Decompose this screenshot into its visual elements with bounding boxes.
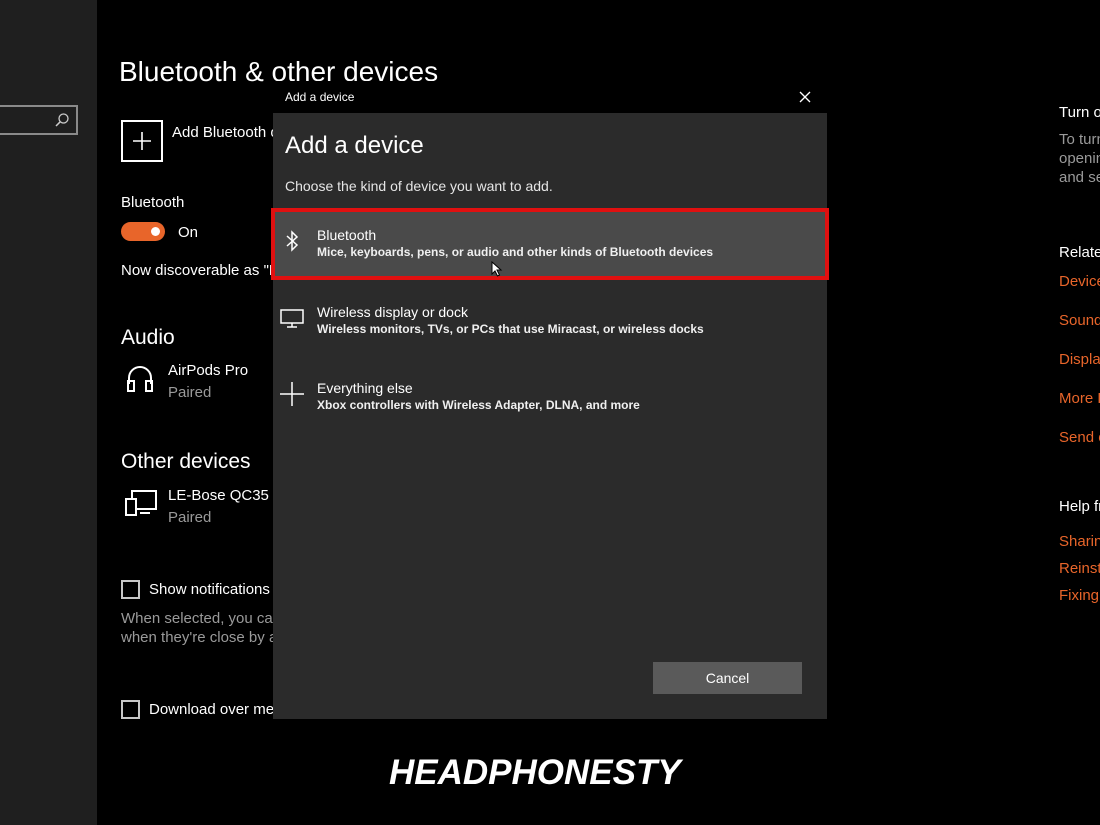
notification-desc-line-2: when they're close by ar [121,629,283,646]
show-notifications-label: Show notifications t [149,581,279,598]
option-title: Everything else [317,380,413,396]
cancel-button[interactable]: Cancel [653,662,802,694]
option-wireless-display[interactable]: Wireless display or dock Wireless monito… [273,287,827,357]
download-metered-checkbox[interactable] [121,700,140,719]
show-notifications-checkbox[interactable] [121,580,140,599]
search-input[interactable] [0,105,78,135]
other-devices-heading: Other devices [121,450,251,473]
dialog-titlebar: Add a device [273,81,827,113]
watermark-logo: HEADPHONESTY [389,753,681,792]
download-metered-label: Download over met [149,701,279,718]
help-heading: Help fr [1059,498,1100,515]
monitor-icon [280,309,304,328]
related-settings: Relatec Device Sound Display More B Send… [1059,244,1100,446]
option-everything-else[interactable]: Everything else Xbox controllers with Wi… [273,363,827,433]
right-column: Turn o To turn openin and se [1059,104,1100,187]
device-status: Paired [168,509,212,526]
device-icon [125,490,157,516]
plus-icon [280,382,304,406]
related-link[interactable]: Device [1059,273,1100,290]
related-link[interactable]: Send o [1059,429,1100,446]
selection-highlight [271,208,829,280]
option-title: Wireless display or dock [317,304,468,320]
add-device-button[interactable] [121,120,163,162]
bluetooth-toggle[interactable] [121,222,165,241]
add-device-dialog: Add a device Add a device Choose the kin… [271,81,829,719]
audio-device-item[interactable]: AirPods Pro Paired [168,362,248,401]
toggle-state-label: On [178,224,199,241]
help-link[interactable]: Sharin [1059,533,1100,550]
option-desc: Xbox controllers with Wireless Adapter, … [317,398,640,412]
help-section: Help fr Sharin Reinsta Fixing [1059,498,1100,604]
turn-off-text-3: and se [1059,169,1100,186]
device-name: AirPods Pro [168,362,249,379]
help-link[interactable]: Reinsta [1059,560,1100,577]
dialog-window-title: Add a device [285,90,355,104]
plus-icon [133,132,151,150]
device-name: LE-Bose QC35 II [168,487,282,504]
toggle-knob [151,227,160,236]
device-status: Paired [168,384,212,401]
audio-heading: Audio [121,326,175,349]
related-link[interactable]: Sound [1059,312,1100,329]
add-device-label[interactable]: Add Bluetooth o [172,124,279,141]
related-heading: Relatec [1059,244,1100,261]
close-icon[interactable] [795,87,815,107]
discoverable-text: Now discoverable as "D [121,262,280,279]
help-link[interactable]: Fixing [1059,587,1100,604]
related-link[interactable]: Display [1059,351,1100,368]
bluetooth-label: Bluetooth [121,194,185,211]
mouse-cursor-icon [491,261,503,277]
turn-off-text-1: To turn [1059,131,1100,148]
dialog-heading: Add a device [285,132,424,159]
option-desc: Wireless monitors, TVs, or PCs that use … [317,322,704,336]
dialog-subtitle: Choose the kind of device you want to ad… [285,178,553,194]
headphones-icon [127,366,153,392]
turn-off-heading: Turn o [1059,104,1100,121]
related-link[interactable]: More B [1059,390,1100,407]
search-icon [55,113,69,127]
other-device-item[interactable]: LE-Bose QC35 II Paired [168,487,281,526]
notification-desc-line-1: When selected, you can [121,610,282,627]
turn-off-text-2: openin [1059,150,1100,167]
